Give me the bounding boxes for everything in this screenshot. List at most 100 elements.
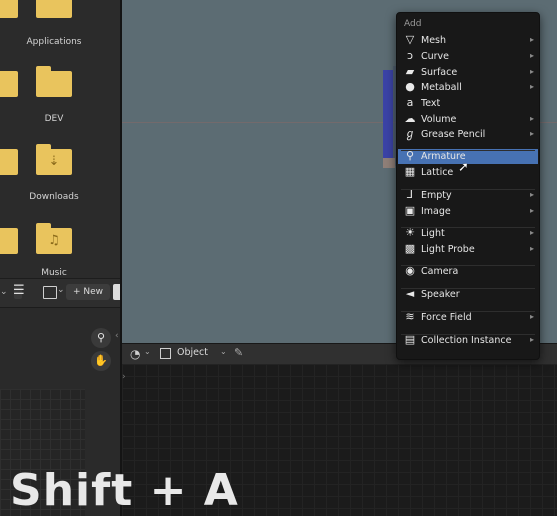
open-image-button[interactable]: [113, 284, 120, 300]
menu-item-curve[interactable]: ↄ Curve ▸: [398, 49, 538, 64]
folder-icon[interactable]: [0, 149, 18, 175]
file-item-label[interactable]: Applications: [9, 37, 99, 47]
submenu-arrow-icon: ▸: [529, 335, 534, 344]
mode-select[interactable]: Object: [177, 347, 208, 358]
force-field-icon: ≋: [405, 310, 415, 323]
armature-icon: ⚲: [405, 149, 415, 162]
menu-item-text[interactable]: a Text: [398, 96, 538, 111]
chevron-down-icon[interactable]: ⌄: [144, 347, 151, 356]
viewport-object[interactable]: [383, 70, 393, 158]
zoom-icon[interactable]: ⚲: [91, 328, 111, 348]
menu-item-speaker[interactable]: ◄ Speaker: [398, 287, 538, 302]
menu-separator: [401, 334, 535, 335]
file-item-label[interactable]: DEV: [9, 114, 99, 124]
lattice-icon: ▦: [404, 165, 416, 178]
menu-item-force-field[interactable]: ≋ Force Field ▸: [398, 310, 538, 325]
menu-item-label: Grease Pencil: [421, 129, 486, 140]
menu-separator: [401, 150, 535, 151]
menu-item-label: Camera: [421, 266, 459, 277]
submenu-arrow-icon: ▸: [529, 67, 534, 76]
collection-instance-icon: ▤: [404, 333, 416, 346]
folder-icon[interactable]: [0, 0, 18, 18]
menu-item-label: Lattice: [421, 167, 454, 178]
download-arrow-icon: ⇣: [48, 154, 60, 169]
camera-icon: ◉: [405, 264, 415, 277]
file-item-label[interactable]: Downloads: [9, 192, 99, 202]
menu-item-camera[interactable]: ◉ Camera: [398, 264, 538, 279]
viewport-object-base[interactable]: [383, 158, 395, 168]
list-icon[interactable]: ☰: [13, 283, 25, 298]
menu-item-image[interactable]: ▣ Image ▸: [398, 204, 538, 219]
file-item-label[interactable]: Music: [9, 268, 99, 278]
menu-item-light[interactable]: ☀ Light ▸: [398, 226, 538, 241]
image-editor-header: ⌄ ⌄ ☰ + New: [0, 279, 120, 308]
submenu-arrow-icon: ▸: [529, 190, 534, 199]
menu-item-volume[interactable]: ☁ Volume ▸: [398, 112, 538, 127]
object-mode-icon[interactable]: [160, 348, 171, 359]
submenu-arrow-icon: ▸: [529, 228, 534, 237]
light-icon: ☀: [405, 226, 415, 239]
file-browser: la Applications o DEV ts ⇣ Downloads ♫ M…: [0, 0, 120, 278]
image-icon[interactable]: [43, 286, 57, 299]
volume-icon: ☁: [404, 112, 416, 125]
menu-item-label: Image: [421, 206, 451, 217]
chevron-down-icon[interactable]: ⌄: [57, 285, 65, 295]
menu-item-mesh[interactable]: ▽ Mesh ▸: [398, 33, 538, 48]
menu-item-label: Curve: [421, 51, 450, 62]
shortcut-overlay: Shift + A: [10, 465, 239, 516]
folder-icon[interactable]: [36, 0, 72, 18]
menu-item-label: Surface: [421, 67, 458, 78]
folder-icon[interactable]: [36, 66, 72, 97]
submenu-arrow-icon: ▸: [529, 114, 534, 123]
hand-pan-icon[interactable]: ✋: [91, 351, 111, 371]
light-probe-icon: ▩: [404, 242, 416, 255]
new-image-button[interactable]: + New: [66, 284, 110, 300]
menu-item-label: Speaker: [421, 289, 460, 300]
menu-separator: [401, 265, 535, 266]
submenu-arrow-icon: ▸: [529, 129, 534, 138]
chevron-down-icon[interactable]: ⌄: [0, 287, 8, 297]
sidebar-toggle-icon[interactable]: ‹: [115, 331, 119, 341]
menu-separator: [401, 311, 535, 312]
menu-item-collection-instance[interactable]: ▤ Collection Instance ▸: [398, 333, 538, 348]
menu-item-label: Text: [421, 98, 441, 109]
menu-item-label: Metaball: [421, 82, 462, 93]
add-menu: Add ▽ Mesh ▸ ↄ Curve ▸ ▰ Surface ▸ ● Metaball ▸ a Tex…: [396, 12, 540, 360]
surface-icon: ▰: [405, 65, 415, 78]
music-folder-icon[interactable]: ♫: [36, 223, 72, 254]
downloads-folder-icon[interactable]: ⇣: [36, 144, 72, 175]
metaball-icon: ●: [405, 80, 415, 93]
mouse-cursor-icon: ➚: [458, 160, 469, 175]
menu-item-surface[interactable]: ▰ Surface ▸: [398, 65, 538, 80]
submenu-arrow-icon: ▸: [529, 206, 534, 215]
music-note-icon: ♫: [48, 233, 60, 248]
folder-icon[interactable]: [0, 71, 18, 97]
add-menu-title: Add: [404, 19, 422, 29]
image-icon: ▣: [404, 204, 416, 217]
menu-separator: [401, 288, 535, 289]
menu-item-light-probe[interactable]: ▩ Light Probe ▸: [398, 242, 538, 257]
speaker-icon: ◄: [405, 287, 415, 300]
menu-separator: [401, 227, 535, 228]
menu-separator: [401, 189, 535, 190]
mesh-icon: ▽: [405, 33, 415, 46]
sidebar-toggle-icon[interactable]: ›: [122, 372, 126, 382]
grease-pencil-icon: ℊ: [404, 127, 416, 140]
submenu-arrow-icon: ▸: [529, 51, 534, 60]
folder-icon[interactable]: [0, 228, 18, 254]
menu-item-label: Volume: [421, 114, 457, 125]
menu-item-label: Light: [421, 228, 445, 239]
menu-item-grease-pencil[interactable]: ℊ Grease Pencil ▸: [398, 127, 538, 142]
curve-icon: ↄ: [406, 49, 414, 62]
editor-type-icon[interactable]: ◔: [130, 347, 140, 361]
menu-item-label: Collection Instance: [421, 335, 512, 346]
pin-icon[interactable]: ✎: [234, 346, 243, 359]
menu-item-empty[interactable]: ⅃ Empty ▸: [398, 188, 538, 203]
empty-icon: ⅃: [406, 188, 414, 201]
text-icon: a: [406, 96, 414, 109]
submenu-arrow-icon: ▸: [529, 82, 534, 91]
menu-item-metaball[interactable]: ● Metaball ▸: [398, 80, 538, 95]
submenu-arrow-icon: ▸: [529, 312, 534, 321]
menu-item-label: Light Probe: [421, 244, 475, 255]
chevron-down-icon[interactable]: ⌄: [220, 347, 227, 356]
